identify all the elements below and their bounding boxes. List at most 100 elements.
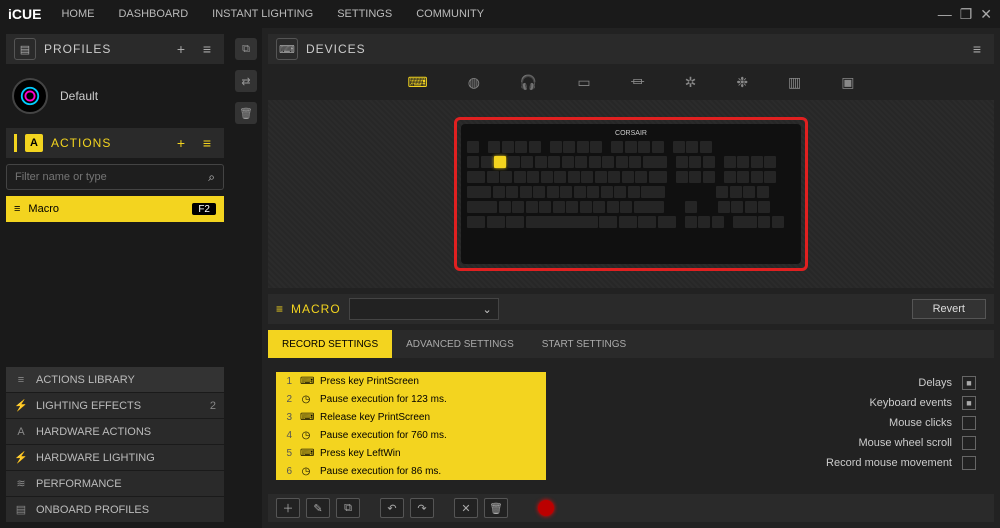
step-text: Release key PrintScreen bbox=[320, 412, 430, 423]
maximize-button[interactable]: ❐ bbox=[960, 6, 973, 23]
macro-toolbar: ＋ ✎ ⧉ ↶ ↷ ✕ 🗑 bbox=[268, 494, 994, 522]
profile-avatar-icon bbox=[12, 78, 48, 114]
devices-title: DEVICES bbox=[306, 42, 960, 56]
record-button[interactable] bbox=[534, 498, 558, 518]
library-header: ≡ ACTIONS LIBRARY bbox=[6, 366, 224, 392]
tool-undo[interactable]: ↶ bbox=[380, 498, 404, 518]
library-performance[interactable]: ≋ PERFORMANCE bbox=[6, 470, 224, 496]
device-psu[interactable]: ▣ bbox=[841, 74, 854, 91]
device-fan[interactable]: ✲ bbox=[685, 74, 697, 91]
revert-button[interactable]: Revert bbox=[912, 299, 986, 319]
tool-delete[interactable]: 🗑 bbox=[484, 498, 508, 518]
library-item-label: LIGHTING EFFECTS bbox=[36, 400, 141, 412]
tool-copy[interactable]: ⧉ bbox=[336, 498, 360, 518]
macro-step[interactable]: 4◷Pause execution for 760 ms. bbox=[276, 426, 546, 444]
actions-search-input[interactable] bbox=[15, 171, 208, 183]
option-label: Mouse clicks bbox=[889, 417, 952, 429]
profile-current[interactable]: Default bbox=[6, 70, 224, 122]
device-mouse[interactable]: ◍ bbox=[468, 74, 480, 91]
nav-community[interactable]: COMMUNITY bbox=[416, 8, 484, 20]
library-hardware-lighting[interactable]: ⚡ HARDWARE LIGHTING bbox=[6, 444, 224, 470]
macro-type-dropdown[interactable]: ⌄ bbox=[349, 298, 499, 320]
option-checkbox[interactable] bbox=[962, 436, 976, 450]
nav-home[interactable]: HOME bbox=[61, 8, 94, 20]
device-keyboard[interactable]: ⌨ bbox=[407, 74, 427, 91]
library-icon: ≡ bbox=[14, 374, 28, 386]
library-lighting-effects[interactable]: ⚡ LIGHTING EFFECTS 2 bbox=[6, 392, 224, 418]
device-ram[interactable]: ▥ bbox=[788, 74, 801, 91]
step-number: 3 bbox=[282, 412, 292, 423]
library-hardware-actions[interactable]: A HARDWARE ACTIONS bbox=[6, 418, 224, 444]
actions-search[interactable]: ⌕ bbox=[6, 164, 224, 190]
option-checkbox[interactable] bbox=[962, 456, 976, 470]
side-toolbar: ⧉ ⇄ 🗑 bbox=[230, 28, 262, 528]
close-button[interactable]: ✕ bbox=[980, 6, 992, 23]
actions-title: ACTIONS bbox=[51, 136, 164, 150]
step-text: Pause execution for 760 ms. bbox=[320, 430, 447, 441]
profile-add-button[interactable]: + bbox=[172, 40, 190, 58]
tool-redo[interactable]: ↷ bbox=[410, 498, 434, 518]
option-label: Keyboard events bbox=[869, 397, 952, 409]
action-menu-button[interactable]: ≡ bbox=[198, 134, 216, 152]
action-item-macro[interactable]: ≡ Macro F2 bbox=[6, 196, 224, 222]
actions-accent bbox=[14, 134, 17, 152]
main-nav: HOME DASHBOARD INSTANT LIGHTING SETTINGS… bbox=[61, 8, 937, 20]
tab-start-settings[interactable]: START SETTINGS bbox=[528, 330, 640, 358]
tool-edit[interactable]: ✎ bbox=[306, 498, 330, 518]
macro-step[interactable]: 5⌨Press key LeftWin bbox=[276, 444, 546, 462]
copy-tool[interactable]: ⧉ bbox=[235, 38, 257, 60]
macro-step-list[interactable]: 1⌨Press key PrintScreen2◷Pause execution… bbox=[276, 372, 546, 480]
assign-tool[interactable]: ⇄ bbox=[235, 70, 257, 92]
profiles-icon: ▤ bbox=[14, 38, 36, 60]
record-option: Mouse wheel scroll bbox=[566, 436, 986, 450]
bolt-icon: ⚡ bbox=[14, 451, 28, 464]
step-number: 6 bbox=[282, 466, 292, 477]
tab-advanced-settings[interactable]: ADVANCED SETTINGS bbox=[392, 330, 528, 358]
device-cooler[interactable]: ❉ bbox=[736, 74, 748, 91]
step-text: Pause execution for 86 ms. bbox=[320, 466, 441, 477]
letter-a-icon: A bbox=[14, 426, 28, 438]
tab-record-settings[interactable]: RECORD SETTINGS bbox=[268, 330, 392, 358]
macro-menu-icon[interactable]: ≡ bbox=[276, 302, 283, 316]
devices-menu-button[interactable]: ≡ bbox=[968, 40, 986, 58]
step-text: Press key LeftWin bbox=[320, 448, 401, 459]
macro-editor: 1⌨Press key PrintScreen2◷Pause execution… bbox=[268, 364, 994, 488]
keyboard-icon: ⌨ bbox=[276, 38, 298, 60]
library-item-count: 2 bbox=[210, 400, 216, 412]
profiles-title: PROFILES bbox=[44, 42, 164, 56]
record-options: DelaysKeyboard eventsMouse clicksMouse w… bbox=[566, 372, 986, 480]
option-checkbox[interactable] bbox=[962, 416, 976, 430]
step-icon: ⌨ bbox=[300, 448, 312, 459]
step-icon: ◷ bbox=[300, 430, 312, 441]
macro-header: ≡ MACRO ⌄ Revert bbox=[268, 294, 994, 324]
macro-step[interactable]: 6◷Pause execution for 86 ms. bbox=[276, 462, 546, 480]
assigned-key[interactable] bbox=[494, 156, 506, 168]
macro-step[interactable]: 2◷Pause execution for 123 ms. bbox=[276, 390, 546, 408]
action-add-button[interactable]: + bbox=[172, 134, 190, 152]
device-mousepad[interactable]: ▭ bbox=[577, 74, 590, 91]
option-label: Record mouse movement bbox=[826, 457, 952, 469]
tool-add[interactable]: ＋ bbox=[276, 498, 300, 518]
nav-dashboard[interactable]: DASHBOARD bbox=[118, 8, 188, 20]
tool-clear[interactable]: ✕ bbox=[454, 498, 478, 518]
nav-instant-lighting[interactable]: INSTANT LIGHTING bbox=[212, 8, 313, 20]
minimize-button[interactable]: ― bbox=[938, 6, 952, 23]
device-headset[interactable]: 🎧 bbox=[520, 74, 537, 91]
device-stand[interactable]: ⏛ bbox=[631, 72, 645, 92]
device-preview: CORSAIR bbox=[268, 100, 994, 288]
option-checkbox[interactable] bbox=[962, 376, 976, 390]
macro-tabs: RECORD SETTINGS ADVANCED SETTINGS START … bbox=[268, 330, 994, 358]
profile-menu-button[interactable]: ≡ bbox=[198, 40, 216, 58]
keyboard-body[interactable]: CORSAIR bbox=[461, 124, 801, 264]
nav-settings[interactable]: SETTINGS bbox=[337, 8, 392, 20]
macro-step[interactable]: 1⌨Press key PrintScreen bbox=[276, 372, 546, 390]
actions-icon: A bbox=[25, 134, 43, 152]
step-icon: ◷ bbox=[300, 394, 312, 405]
macro-title: MACRO bbox=[291, 302, 341, 316]
delete-tool[interactable]: 🗑 bbox=[235, 102, 257, 124]
macro-step[interactable]: 3⌨Release key PrintScreen bbox=[276, 408, 546, 426]
option-checkbox[interactable] bbox=[962, 396, 976, 410]
library-onboard-profiles[interactable]: ▤ ONBOARD PROFILES bbox=[6, 496, 224, 522]
bolt-icon: ⚡ bbox=[14, 399, 28, 412]
action-item-key: F2 bbox=[192, 203, 216, 215]
